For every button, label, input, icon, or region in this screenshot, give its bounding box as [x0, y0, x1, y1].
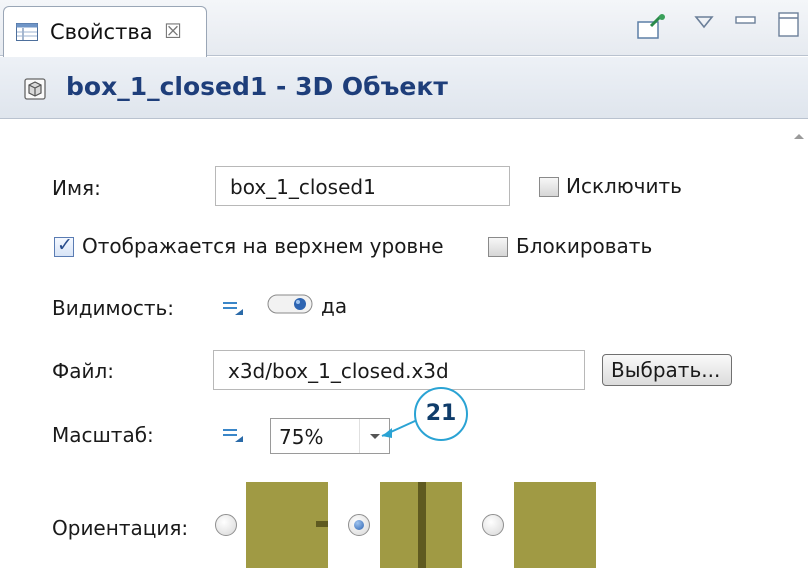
callout-badge: 21 [414, 387, 468, 441]
view-menu-icon[interactable] [694, 14, 714, 33]
orientation-preview-1 [246, 482, 328, 568]
scale-value: 75% [279, 425, 324, 449]
orientation-preview-2 [380, 482, 462, 568]
view-tab-bar: Свойства ☒ [0, 0, 808, 57]
scroll-up-arrow-icon[interactable] [790, 128, 808, 152]
lock-checkbox[interactable] [488, 237, 508, 257]
page-title: box_1_closed1 - 3D Объект [66, 72, 448, 101]
name-label: Имя: [52, 176, 101, 200]
pin-view-icon[interactable] [637, 14, 667, 44]
orientation-label: Ориентация: [52, 516, 189, 540]
orientation-preview-3 [514, 482, 596, 568]
orientation-marker [316, 521, 328, 527]
orientation-radio-3[interactable] [482, 514, 504, 536]
name-input[interactable]: box_1_closed1 [215, 166, 510, 206]
top-level-label: Отображается на верхнем уровне [82, 234, 444, 258]
maximize-icon[interactable] [778, 12, 800, 42]
dynamic-value-icon[interactable] [222, 425, 244, 447]
visibility-toggle[interactable] [267, 292, 315, 320]
file-label: Файл: [52, 359, 114, 383]
top-level-checkbox[interactable]: ✓ [54, 234, 74, 257]
close-icon[interactable]: ☒ [164, 19, 182, 43]
dynamic-value-icon[interactable] [222, 298, 244, 320]
tab-properties[interactable]: Свойства ☒ [3, 6, 207, 57]
orientation-radio-1[interactable] [215, 514, 237, 536]
properties-title-bar: box_1_closed1 - 3D Объект [0, 57, 808, 119]
exclude-checkbox[interactable] [539, 177, 559, 197]
checkmark-icon: ✓ [57, 234, 73, 256]
scale-select[interactable]: 75% [270, 418, 390, 454]
visibility-value: да [321, 294, 348, 318]
exclude-label: Исключить [566, 174, 682, 198]
scale-label: Масштаб: [52, 423, 154, 447]
properties-icon [16, 23, 38, 45]
visibility-label: Видимость: [52, 296, 175, 320]
orientation-radio-2[interactable] [348, 514, 370, 536]
tab-label: Свойства [50, 20, 153, 44]
minimize-icon[interactable] [735, 12, 757, 31]
file-input[interactable]: x3d/box_1_closed.x3d [213, 350, 585, 390]
orientation-marker [418, 482, 426, 568]
lock-label: Блокировать [516, 234, 653, 258]
radio-dot-icon [354, 520, 364, 530]
browse-button[interactable]: Выбрать... [602, 354, 732, 386]
3d-object-icon [24, 78, 46, 104]
